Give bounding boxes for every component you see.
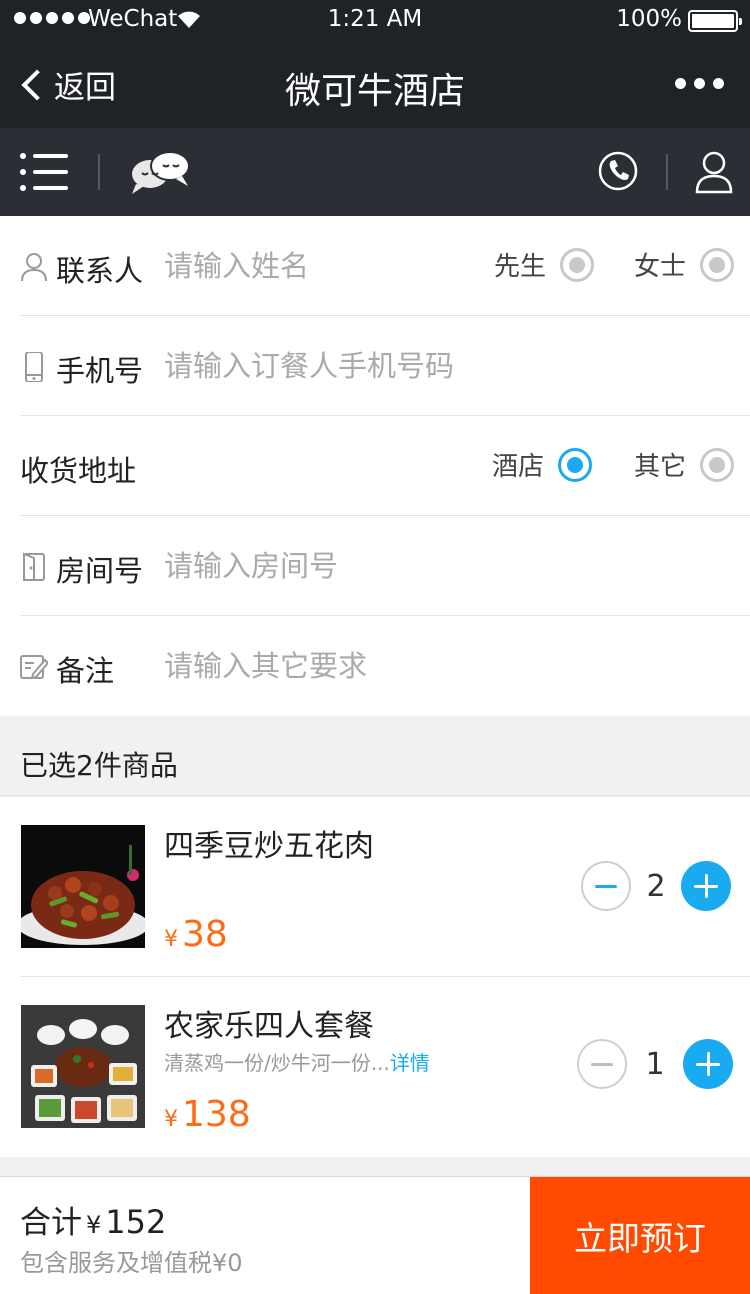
radio-hotel-label: 酒店	[492, 452, 545, 482]
book-now-button[interactable]: 立即预订	[530, 1177, 750, 1294]
address-label: 收货地址	[20, 454, 137, 488]
item-desc-text: 清蒸鸡一份/炒牛河一份...	[164, 1051, 390, 1075]
selected-count-label: 已选2件商品	[20, 749, 178, 782]
phone-input[interactable]	[164, 344, 724, 388]
tax-value: 0	[227, 1249, 243, 1277]
page-title: 微可牛酒店	[284, 71, 465, 112]
name-input[interactable]	[164, 244, 464, 288]
tax-note: 包含服务及增值税¥0	[20, 1243, 243, 1278]
currency-symbol: ¥	[164, 1107, 178, 1132]
toolbar-divider	[666, 154, 668, 190]
more-dots-icon[interactable]	[675, 78, 724, 89]
contact-label: 联系人	[56, 254, 144, 288]
total-value: 152	[105, 1203, 167, 1241]
quantity-value: 1	[645, 1046, 665, 1082]
note-row: 备注	[0, 616, 750, 716]
battery-icon	[688, 10, 742, 32]
quantity-stepper: 1	[577, 1039, 733, 1089]
increase-button[interactable]	[683, 1039, 733, 1089]
decrease-button[interactable]	[577, 1039, 627, 1089]
room-input[interactable]	[164, 544, 464, 588]
currency-symbol: ¥	[164, 927, 178, 952]
menu-icon[interactable]	[20, 152, 70, 192]
cart-item: 农家乐四人套餐 清蒸鸡一份/炒牛河一份...详情 ¥138 1	[0, 977, 750, 1157]
chat-bubbles-icon[interactable]	[128, 148, 192, 196]
room-row: 房间号	[0, 516, 750, 616]
user-icon[interactable]	[694, 150, 734, 194]
radio-ms-label: 女士	[634, 252, 687, 282]
item-name: 农家乐四人套餐	[164, 1009, 374, 1044]
tax-note-text: 包含服务及增值税	[20, 1249, 212, 1277]
contact-row: 联系人 先生 女士	[0, 216, 750, 316]
price-value: 38	[182, 914, 228, 955]
toolbar-divider	[98, 154, 100, 190]
room-label: 房间号	[56, 554, 144, 588]
item-name: 四季豆炒五花肉	[164, 829, 374, 864]
cart-item: 四季豆炒五花肉 ¥38 2	[0, 797, 750, 977]
details-link[interactable]: 详情	[390, 1051, 430, 1075]
order-form: 联系人 先生 女士 手机号 收货地址 酒店 其它	[0, 216, 750, 716]
door-icon	[23, 552, 45, 581]
item-price: ¥138	[164, 1094, 251, 1135]
radio-other[interactable]: 其它	[634, 446, 735, 483]
cart-list: 四季豆炒五花肉 ¥38 2 农家乐四人套餐 清蒸鸡一份/炒牛河一份...详情 ¥…	[0, 797, 750, 1157]
checkout-bar: 合计 ¥152 包含服务及增值税¥0 立即预订	[0, 1176, 750, 1294]
currency-symbol: ¥	[212, 1249, 228, 1277]
wechat-nav: 返回 微可牛酒店	[0, 40, 750, 128]
mobile-phone-icon	[25, 352, 43, 382]
edit-icon	[20, 655, 48, 680]
phone-label: 手机号	[56, 354, 144, 388]
radio-hotel[interactable]: 酒店	[492, 446, 593, 483]
dish-image	[21, 825, 145, 948]
status-bar: WeChat 1:21 AM 100%	[0, 0, 750, 40]
radio-mr[interactable]: 先生	[494, 246, 595, 283]
currency-symbol: ¥	[86, 1211, 102, 1239]
note-input[interactable]	[164, 644, 724, 688]
address-row: 收货地址 酒店 其它	[0, 416, 750, 516]
radio-circle-selected	[558, 447, 593, 482]
decrease-button[interactable]	[581, 861, 631, 911]
battery-percent: 100%	[616, 6, 682, 32]
radio-circle	[560, 247, 595, 282]
quantity-stepper: 2	[581, 861, 731, 911]
item-description: 清蒸鸡一份/炒牛河一份...详情	[164, 1047, 430, 1076]
radio-mr-label: 先生	[494, 252, 547, 282]
dish-image	[21, 1005, 145, 1128]
phone-icon[interactable]	[597, 150, 639, 192]
price-value: 138	[182, 1094, 251, 1135]
note-label: 备注	[56, 654, 115, 688]
phone-row: 手机号	[0, 316, 750, 416]
selected-items-header: 已选2件商品	[0, 716, 750, 796]
toolbar	[0, 128, 750, 216]
total-label: 合计	[20, 1205, 82, 1241]
increase-button[interactable]	[681, 861, 731, 911]
item-price: ¥38	[164, 914, 228, 955]
radio-other-label: 其它	[634, 452, 687, 482]
radio-ms[interactable]: 女士	[634, 246, 735, 283]
quantity-value: 2	[646, 868, 666, 904]
radio-circle	[700, 247, 735, 282]
person-icon	[21, 253, 47, 282]
radio-circle	[700, 447, 735, 482]
order-total: 合计 ¥152	[20, 1197, 166, 1242]
top-bar: WeChat 1:21 AM 100% 返回 微可牛酒店	[0, 0, 750, 128]
